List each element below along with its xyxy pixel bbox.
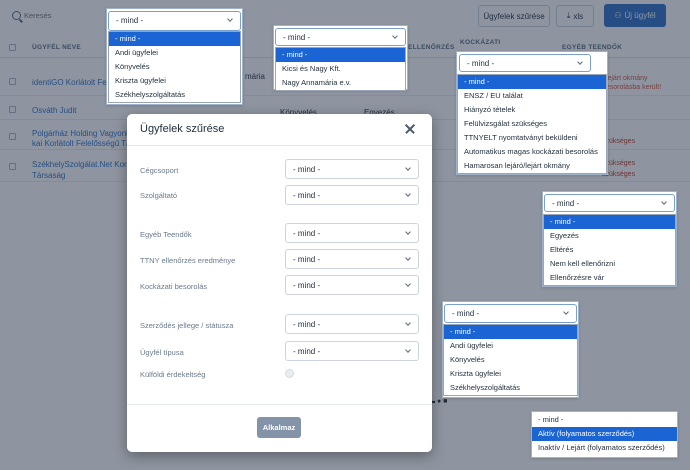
dropdown-option[interactable]: - mind - <box>532 413 677 427</box>
chevron-down-icon <box>227 16 233 22</box>
dropdown-option[interactable]: Kriszta ügyfelei <box>444 367 577 381</box>
chevron-down-icon <box>405 165 411 171</box>
modal-title: Ügyfelek szűrése <box>140 123 225 135</box>
contract-select-value: - mind - <box>293 320 321 329</box>
provider-select-value: - mind - <box>293 191 321 200</box>
group-dropdown: - mind - - mind - Andi ügyfelei Könyvelés K… <box>106 8 243 105</box>
dropdown-option[interactable]: Hiányzó tételek <box>458 103 606 117</box>
dropdown-option[interactable]: Nem kell ellenőrizni <box>544 257 675 271</box>
dropdown-option[interactable]: TTNYELT nyomtatványt beküldeni <box>458 131 606 145</box>
chevron-down-icon <box>405 229 411 235</box>
apply-button[interactable]: Alkalmaz <box>257 417 301 438</box>
ttny-options: - mind - Egyezés Eltérés Nem kell ellenőriz… <box>543 214 676 286</box>
risk-select-value: - mind - <box>293 281 321 290</box>
dropdown-option[interactable]: Székhelyszolgáltatás <box>109 88 240 102</box>
dropdown-option[interactable]: - mind - <box>444 325 577 339</box>
foreign-interest-toggle[interactable] <box>285 369 294 378</box>
tasks-dropdown: - mind - - mind - ENSZ / EU találat Hiányz… <box>456 51 608 175</box>
dropdown-option[interactable]: Könyvelés <box>444 353 577 367</box>
field-label-ttny: TTNY ellenőrzés eredménye <box>140 256 236 265</box>
provider-dropdown-select[interactable]: - mind - <box>275 28 406 46</box>
provider-options: - mind - Kicsi és Nagy Kft. Nagy Annamária… <box>275 47 406 91</box>
ttny-select[interactable]: - mind - <box>285 249 419 269</box>
client-type-dropdown: - mind - - mind - Andi ügyfelei Könyvelés K… <box>442 301 579 398</box>
dropdown-option[interactable]: ENSZ / EU találat <box>458 89 606 103</box>
apply-button-label: Alkalmaz <box>262 423 296 432</box>
close-icon[interactable] <box>404 123 416 135</box>
client-type-select-value: - mind - <box>293 347 321 356</box>
dropdown-option[interactable]: Inaktív / Lejárt (folyamatos szerződés) <box>532 441 677 455</box>
dropdown-option[interactable]: - mind - <box>544 215 675 229</box>
dropdown-option[interactable]: Hamarosan lejáró/lejárt okmány <box>458 159 606 173</box>
field-label-tasks: Egyéb Teendők <box>140 230 192 239</box>
dropdown-option[interactable]: Eltérés <box>544 243 675 257</box>
ttny-dropdown: - mind - - mind - Egyezés Eltérés Nem kell … <box>542 191 677 287</box>
provider-dropdown-value: - mind - <box>283 33 311 42</box>
dropdown-option[interactable]: Felülvizsgálat szükséges <box>458 117 606 131</box>
chevron-down-icon <box>405 320 411 326</box>
field-label-provider: Szolgáltató <box>140 191 178 200</box>
dropdown-option[interactable]: Kicsi és Nagy Kft. <box>276 62 405 76</box>
chevron-down-icon <box>405 255 411 261</box>
client-type-options: - mind - Andi ügyfelei Könyvelés Kriszta üg… <box>443 324 578 396</box>
provider-dropdown: - mind - - mind - Kicsi és Nagy Kft. Nagy … <box>273 25 408 91</box>
provider-select[interactable]: - mind - <box>285 185 419 205</box>
dropdown-option[interactable]: Automatikus magas kockázati besorolás <box>458 145 606 159</box>
dropdown-option[interactable]: - mind - <box>276 48 405 62</box>
group-dropdown-select[interactable]: - mind - <box>108 11 241 31</box>
contract-options: - mind - Aktív (folyamatos szerződés) Inak… <box>532 413 677 455</box>
contract-dropdown: - mind - Aktív (folyamatos szerződés) Inak… <box>531 411 678 458</box>
tasks-select[interactable]: - mind - <box>285 223 419 243</box>
dropdown-option[interactable]: Egyezés <box>544 229 675 243</box>
tasks-options: - mind - ENSZ / EU találat Hiányzó tételek… <box>457 74 607 174</box>
chevron-down-icon <box>392 33 398 39</box>
dropdown-option[interactable]: Nagy Annamária e.v. <box>276 76 405 90</box>
dropdown-option[interactable]: Andi ügyfelei <box>109 46 240 60</box>
client-type-dropdown-value: - mind - <box>452 309 480 318</box>
field-label-contract: Szerződés jellege / státusza <box>140 321 234 330</box>
dropdown-option[interactable]: - mind - <box>109 32 240 46</box>
dropdown-option[interactable]: Könyvelés <box>109 60 240 74</box>
risk-select[interactable]: - mind - <box>285 275 419 295</box>
dropdown-option[interactable]: Ellenőrzésre vár <box>544 271 675 285</box>
chevron-down-icon <box>661 199 667 205</box>
client-type-select[interactable]: - mind - <box>285 341 419 361</box>
chevron-down-icon <box>577 59 583 65</box>
field-label-foreign: Külföldi érdekeltség <box>140 370 206 379</box>
client-type-dropdown-select[interactable]: - mind - <box>444 304 577 323</box>
dropdown-option[interactable]: Andi ügyfelei <box>444 339 577 353</box>
chevron-down-icon <box>405 281 411 287</box>
group-dropdown-value: - mind - <box>116 16 144 25</box>
client-filter-modal: Ügyfelek szűrése Cégcsoport - mind - Szo… <box>127 114 432 452</box>
dropdown-option[interactable]: Székhelyszolgáltatás <box>444 381 577 395</box>
ttny-select-value: - mind - <box>293 255 321 264</box>
ttny-dropdown-value: - mind - <box>552 199 580 208</box>
chevron-down-icon <box>563 309 569 315</box>
modal-footer: Alkalmaz <box>127 404 432 452</box>
group-select[interactable]: - mind - <box>285 159 419 179</box>
chevron-down-icon <box>405 191 411 197</box>
tasks-dropdown-select[interactable]: - mind - <box>459 54 591 72</box>
ttny-dropdown-select[interactable]: - mind - <box>544 194 675 212</box>
field-label-group: Cégcsoport <box>140 166 179 175</box>
dropdown-option[interactable]: Aktív (folyamatos szerződés) <box>532 427 677 441</box>
contract-select[interactable]: - mind - <box>285 314 419 334</box>
tasks-dropdown-value: - mind - <box>467 59 495 68</box>
field-label-client-type: Ügyfél típusa <box>140 348 184 357</box>
tasks-select-value: - mind - <box>293 229 321 238</box>
modal-header: Ügyfelek szűrése <box>127 114 432 146</box>
group-select-value: - mind - <box>293 165 321 174</box>
chevron-down-icon <box>405 347 411 353</box>
field-label-risk: Kockázati besorolás <box>140 282 208 291</box>
group-options: - mind - Andi ügyfelei Könyvelés Kriszta üg… <box>108 31 241 103</box>
dropdown-option[interactable]: Kriszta ügyfelei <box>109 74 240 88</box>
dropdown-option[interactable]: - mind - <box>458 75 606 89</box>
